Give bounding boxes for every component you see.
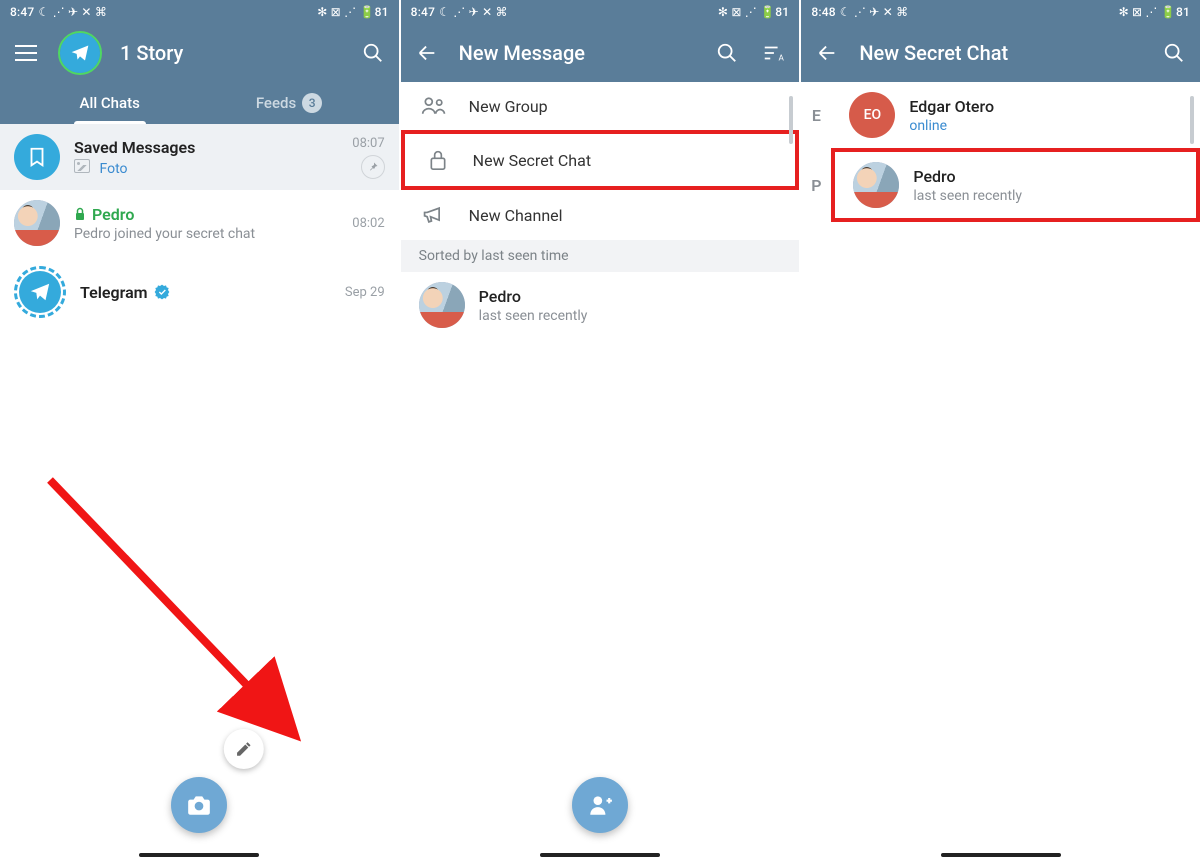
chat-time: 08:02 [352,216,384,231]
contact-status: last seen recently [479,308,588,324]
app-bar: New Message A [401,24,800,82]
search-icon[interactable] [713,39,741,67]
chat-preview: Foto [74,159,338,177]
contact-pedro[interactable]: Pedro last seen recently [831,148,1200,222]
tabs: All Chats Feeds 3 [0,82,399,124]
avatar [14,200,60,246]
photo-thumb-icon [74,159,90,173]
avatar: EO [849,92,895,138]
clock: 8:47 [10,5,34,19]
appbar-title: New Secret Chat [859,41,1142,65]
app-bar: New Secret Chat [801,24,1200,82]
contact-name: Pedro [479,287,588,306]
contact-edgar[interactable]: EO Edgar Otero online [831,82,1200,148]
bookmark-icon [14,134,60,180]
lock-icon [74,207,86,221]
chat-name: Saved Messages [74,138,195,157]
avatar [419,282,465,328]
compose-button[interactable] [224,729,264,769]
menu-new-secret-chat[interactable]: New Secret Chat [401,130,800,190]
gesture-bar [139,853,259,857]
status-bar: 8:47☾ ⋰ ✈ ✕ ⌘ ✻ ⊠ ⋰ 🔋81 [401,0,800,24]
appbar-title: 1 Story [120,41,341,65]
app-bar: 1 Story [0,24,399,82]
menu-label: New Channel [469,206,563,225]
sort-icon[interactable]: A [759,39,787,67]
contact-name: Pedro [913,167,1022,186]
story-avatar[interactable] [58,31,102,75]
menu-new-group[interactable]: New Group [401,82,800,130]
alpha-index-p: P [805,176,827,195]
menu-new-channel[interactable]: New Channel [401,190,800,240]
alpha-index-e: E [805,106,827,125]
scrollbar[interactable] [789,96,793,144]
avatar [853,162,899,208]
tab-all-chats[interactable]: All Chats [20,82,199,124]
scrollbar[interactable] [1190,96,1194,144]
hamburger-icon[interactable] [12,39,40,67]
search-icon[interactable] [359,39,387,67]
contact-pedro[interactable]: Pedro last seen recently [401,272,800,338]
add-contact-fab[interactable] [572,777,628,833]
megaphone-icon [421,204,447,226]
status-bar: 8:48☾ ⋰ ✈ ✕ ⌘ ✻ ⊠ ⋰ 🔋81 [801,0,1200,24]
screen-new-secret-chat: 8:48☾ ⋰ ✈ ✕ ⌘ ✻ ⊠ ⋰ 🔋81 New Secret Chat … [801,0,1200,863]
chat-row-pedro[interactable]: Pedro Pedro joined your secret chat 08:0… [0,190,399,256]
screen-new-message: 8:47☾ ⋰ ✈ ✕ ⌘ ✻ ⊠ ⋰ 🔋81 New Message A Ne… [401,0,800,863]
chat-name: Pedro [92,205,134,224]
pin-icon [361,155,385,179]
back-icon[interactable] [813,39,841,67]
contact-status: online [909,118,994,134]
chat-time: Sep 29 [345,285,385,300]
section-label: Sorted by last seen time [401,240,800,272]
status-right-icons: ✻ ⊠ ⋰ 🔋81 [317,5,388,19]
contact-status: last seen recently [913,188,1022,204]
gesture-bar [941,853,1061,857]
contact-name: Edgar Otero [909,97,994,116]
verified-icon [154,284,170,300]
tab-feeds[interactable]: Feeds 3 [199,82,378,124]
gesture-bar [540,853,660,857]
status-left-icons: ☾ ⋰ ✈ ✕ ⌘ [38,5,107,19]
status-bar: 8:47 ☾ ⋰ ✈ ✕ ⌘ ✻ ⊠ ⋰ 🔋81 [0,0,399,24]
svg-text:A: A [779,53,785,63]
chat-name: Telegram [80,283,148,302]
menu-label: New Group [469,97,548,116]
feeds-badge: 3 [302,93,322,113]
screen-chat-list: 8:47 ☾ ⋰ ✈ ✕ ⌘ ✻ ⊠ ⋰ 🔋81 1 Story All Chat… [0,0,399,863]
group-icon [421,96,447,116]
appbar-title: New Message [459,41,696,65]
camera-fab[interactable] [171,777,227,833]
back-icon[interactable] [413,39,441,67]
avatar-ring [14,266,66,318]
menu-label: New Secret Chat [473,151,591,170]
search-icon[interactable] [1160,39,1188,67]
chat-row-telegram[interactable]: Telegram Sep 29 [0,256,399,328]
chat-time: 08:07 [352,136,384,151]
annotation-arrow [40,470,340,770]
chat-preview: Pedro joined your secret chat [74,226,338,242]
lock-icon [425,148,451,172]
chat-row-saved[interactable]: Saved Messages Foto 08:07 [0,124,399,190]
